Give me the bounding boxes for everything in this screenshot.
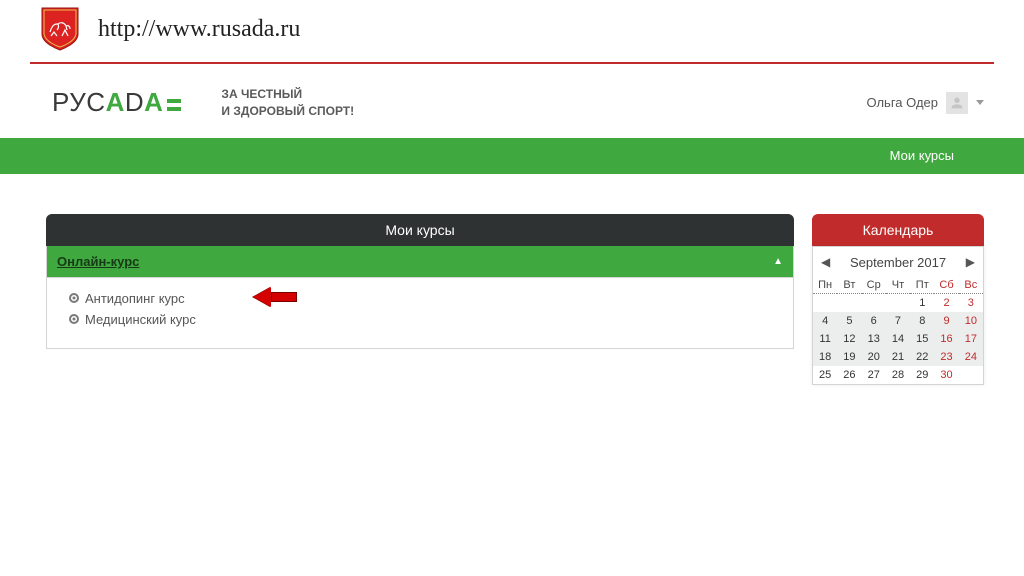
calendar-prev-icon[interactable]: ◀ bbox=[817, 255, 834, 269]
calendar-day[interactable]: 7 bbox=[886, 312, 910, 330]
calendar-day[interactable]: 6 bbox=[862, 312, 886, 330]
calendar-day[interactable]: 2 bbox=[934, 293, 958, 312]
course-item-antidoping[interactable]: Антидопинг курс bbox=[69, 288, 783, 309]
calendar-day[interactable]: 11 bbox=[813, 330, 837, 348]
user-menu[interactable]: Ольга Одер bbox=[867, 92, 985, 114]
calendar-dow: Чт bbox=[886, 276, 910, 294]
logo-part: А bbox=[144, 87, 163, 117]
calendar-day bbox=[959, 366, 983, 384]
calendar-day[interactable]: 26 bbox=[837, 366, 861, 384]
calendar-day[interactable]: 27 bbox=[862, 366, 886, 384]
divider bbox=[30, 62, 994, 64]
calendar: ◀ September 2017 ▶ ПнВтСрЧтПтСбВс 123456… bbox=[812, 246, 984, 385]
calendar-day[interactable]: 4 bbox=[813, 312, 837, 330]
calendar-day[interactable]: 10 bbox=[959, 312, 983, 330]
calendar-day[interactable]: 5 bbox=[837, 312, 861, 330]
main-column: Мои курсы Онлайн-курс ▲ Антидопинг курс … bbox=[46, 214, 794, 385]
calendar-day[interactable]: 16 bbox=[934, 330, 958, 348]
section-title-link[interactable]: Онлайн-курс bbox=[57, 254, 139, 269]
calendar-day[interactable]: 1 bbox=[910, 293, 934, 312]
top-header: http://www.rusada.ru bbox=[0, 0, 1024, 62]
course-item-medical[interactable]: Медицинский курс bbox=[69, 309, 783, 330]
calendar-day bbox=[862, 293, 886, 312]
calendar-day[interactable]: 30 bbox=[934, 366, 958, 384]
side-column: Календарь ◀ September 2017 ▶ ПнВтСрЧтПтС… bbox=[812, 214, 984, 385]
calendar-day[interactable]: 9 bbox=[934, 312, 958, 330]
calendar-day[interactable]: 14 bbox=[886, 330, 910, 348]
calendar-day bbox=[813, 293, 837, 312]
calendar-day[interactable]: 24 bbox=[959, 348, 983, 366]
calendar-day[interactable]: 3 bbox=[959, 293, 983, 312]
calendar-dow: Ср bbox=[862, 276, 886, 294]
calendar-day[interactable]: 25 bbox=[813, 366, 837, 384]
section-online-course[interactable]: Онлайн-курс ▲ bbox=[46, 246, 794, 278]
site-logo[interactable]: РУСАDА bbox=[52, 87, 181, 118]
content: Мои курсы Онлайн-курс ▲ Антидопинг курс … bbox=[0, 174, 1024, 385]
calendar-next-icon[interactable]: ▶ bbox=[962, 255, 979, 269]
site-header: РУСАDА ЗА ЧЕСТНЫЙ И ЗДОРОВЫЙ СПОРТ! Ольг… bbox=[0, 86, 1024, 138]
logo-part: D bbox=[125, 87, 144, 117]
collapse-up-icon[interactable]: ▲ bbox=[773, 256, 783, 267]
calendar-day[interactable]: 12 bbox=[837, 330, 861, 348]
calendar-dow: Сб bbox=[934, 276, 958, 294]
logo-equals-icon bbox=[167, 99, 181, 111]
calendar-day[interactable]: 19 bbox=[837, 348, 861, 366]
panel-header-calendar: Календарь bbox=[812, 214, 984, 246]
page-url: http://www.rusada.ru bbox=[98, 16, 300, 43]
slogan-line: ЗА ЧЕСТНЫЙ bbox=[221, 86, 354, 103]
avatar-icon bbox=[946, 92, 968, 114]
calendar-day[interactable]: 20 bbox=[862, 348, 886, 366]
chevron-down-icon bbox=[976, 100, 984, 105]
calendar-dow: Пн bbox=[813, 276, 837, 294]
user-name: Ольга Одер bbox=[867, 95, 939, 110]
logo-part: А bbox=[106, 87, 125, 117]
calendar-day[interactable]: 8 bbox=[910, 312, 934, 330]
calendar-day[interactable]: 22 bbox=[910, 348, 934, 366]
main-nav: Мои курсы bbox=[0, 138, 1024, 174]
nav-item-my-courses[interactable]: Мои курсы bbox=[890, 148, 954, 163]
pointer-arrow-icon bbox=[253, 288, 297, 306]
calendar-day[interactable]: 18 bbox=[813, 348, 837, 366]
panel-header-courses: Мои курсы bbox=[46, 214, 794, 246]
calendar-day bbox=[837, 293, 861, 312]
coat-of-arms-icon bbox=[40, 6, 80, 52]
calendar-day bbox=[886, 293, 910, 312]
calendar-day[interactable]: 13 bbox=[862, 330, 886, 348]
calendar-month: September 2017 bbox=[840, 255, 956, 270]
calendar-day[interactable]: 23 bbox=[934, 348, 958, 366]
course-label: Антидопинг курс bbox=[85, 291, 185, 306]
calendar-dow: Пт bbox=[910, 276, 934, 294]
course-label: Медицинский курс bbox=[85, 312, 196, 327]
course-list: Антидопинг курс Медицинский курс bbox=[46, 278, 794, 349]
bullet-icon bbox=[69, 314, 79, 324]
calendar-day[interactable]: 15 bbox=[910, 330, 934, 348]
calendar-day[interactable]: 29 bbox=[910, 366, 934, 384]
calendar-day[interactable]: 28 bbox=[886, 366, 910, 384]
calendar-dow: Вт bbox=[837, 276, 861, 294]
slogan-line: И ЗДОРОВЫЙ СПОРТ! bbox=[221, 103, 354, 120]
bullet-icon bbox=[69, 293, 79, 303]
calendar-day[interactable]: 17 bbox=[959, 330, 983, 348]
calendar-grid: ПнВтСрЧтПтСбВс 1234567891011121314151617… bbox=[813, 276, 983, 384]
calendar-dow: Вс bbox=[959, 276, 983, 294]
calendar-day[interactable]: 21 bbox=[886, 348, 910, 366]
slogan: ЗА ЧЕСТНЫЙ И ЗДОРОВЫЙ СПОРТ! bbox=[221, 86, 354, 120]
logo-part: РУС bbox=[52, 87, 106, 117]
